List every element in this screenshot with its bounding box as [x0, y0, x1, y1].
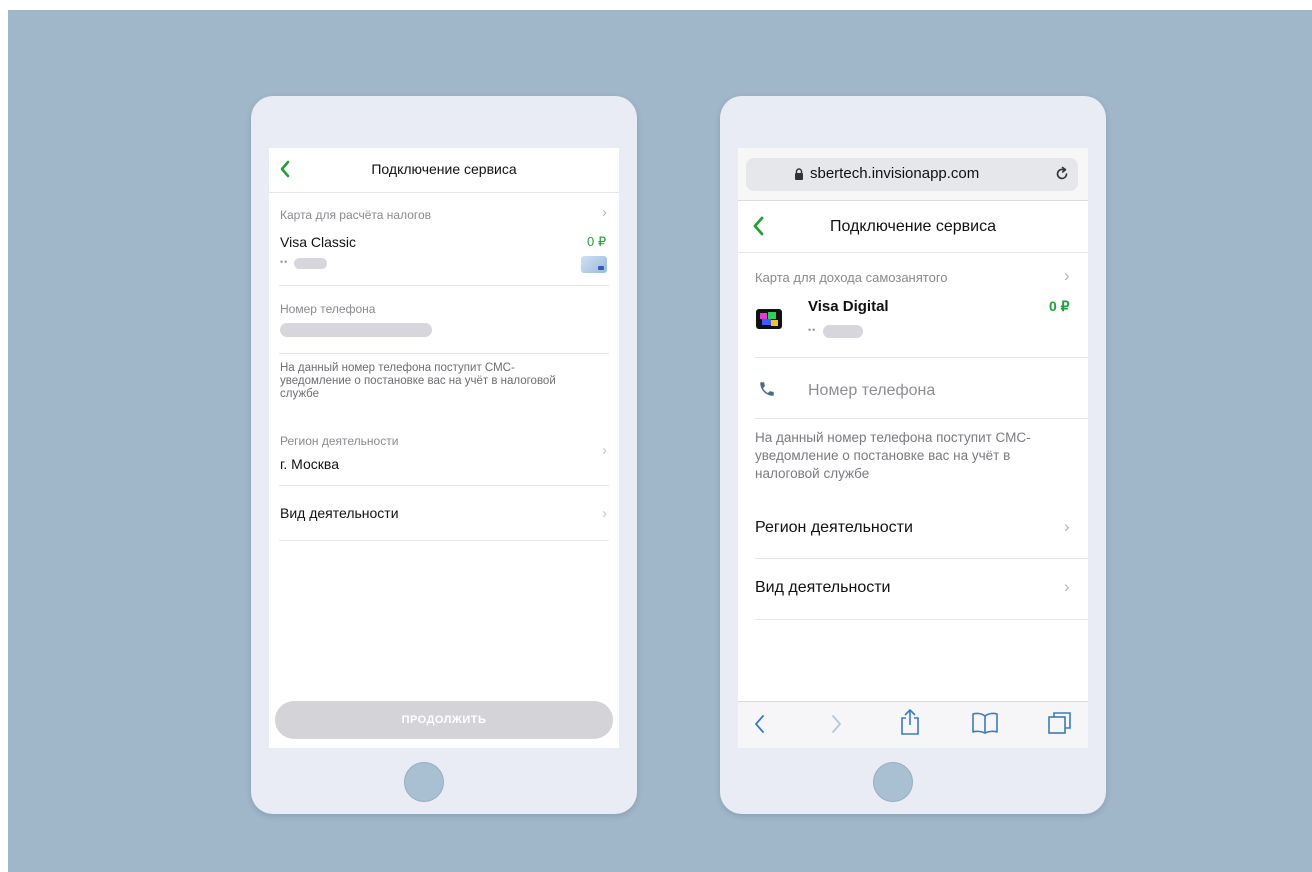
browser-forward-icon[interactable]: [828, 712, 844, 736]
masked-card-number: [294, 258, 327, 269]
divider: [279, 485, 609, 486]
masked-card-number: [823, 325, 863, 338]
browser-screen-right: sbertech.invisionapp.com Подключение сер…: [738, 148, 1088, 748]
continue-button[interactable]: ПРОДОЛЖИТЬ: [275, 701, 613, 739]
activity-type-item[interactable]: Вид деятельности: [280, 505, 399, 521]
region-value[interactable]: г. Москва: [280, 456, 339, 472]
card-balance: 0 ₽: [587, 234, 607, 249]
chevron-right-icon[interactable]: ›: [602, 204, 607, 221]
url-text: sbertech.invisionapp.com: [810, 165, 980, 182]
divider: [755, 619, 1088, 620]
chevron-right-icon[interactable]: ›: [1064, 517, 1070, 537]
tabs-icon[interactable]: [1047, 710, 1073, 736]
card-section-label: Карта для расчёта налогов: [280, 208, 432, 222]
card-section-label: Карта для дохода самозанятого: [755, 270, 948, 285]
phone-mockup-left: Подключение сервиса Карта для расчёта на…: [251, 96, 637, 814]
region-label: Регион деятельности: [280, 434, 399, 448]
browser-toolbar: [738, 701, 1088, 748]
divider: [755, 357, 1088, 358]
home-button[interactable]: [404, 762, 444, 802]
divider: [269, 192, 619, 193]
phone-mockup-right: sbertech.invisionapp.com Подключение сер…: [720, 96, 1106, 814]
browser-back-icon[interactable]: [752, 712, 768, 736]
reload-icon[interactable]: [1054, 166, 1070, 187]
card-mask: ••: [280, 257, 289, 267]
app-screen-left: Подключение сервиса Карта для расчёта на…: [269, 148, 619, 748]
share-icon[interactable]: [899, 708, 921, 736]
divider: [279, 285, 609, 286]
page-title: Подключение сервиса: [371, 161, 517, 177]
divider: [279, 353, 609, 354]
lock-icon: [794, 168, 804, 186]
card-thumbnail-icon: [756, 309, 782, 329]
home-button[interactable]: [873, 762, 913, 802]
phone-input[interactable]: [280, 323, 432, 337]
region-item[interactable]: Регион деятельности: [755, 519, 913, 537]
phone-label: Номер телефона: [280, 302, 376, 316]
card-mask: ••: [808, 325, 817, 335]
phone-icon: [758, 380, 776, 403]
sms-note: На данный номер телефона поступит СМС-ув…: [755, 430, 1031, 481]
divider: [738, 200, 1088, 201]
phone-input[interactable]: Номер телефона: [808, 382, 935, 400]
card-name[interactable]: Visa Digital: [808, 298, 889, 315]
divider: [738, 252, 1088, 253]
chevron-right-icon[interactable]: ›: [602, 505, 607, 522]
card-thumbnail-icon: [581, 256, 607, 273]
page-title: Подключение сервиса: [829, 218, 997, 235]
chevron-right-icon[interactable]: ›: [1064, 577, 1070, 597]
chevron-right-icon[interactable]: ›: [602, 442, 607, 459]
divider: [279, 540, 609, 541]
background: Подключение сервиса Карта для расчёта на…: [8, 10, 1312, 872]
chevron-right-icon[interactable]: ›: [1064, 266, 1070, 286]
sms-note: На данный номер телефона поступит СМС-ув…: [280, 362, 556, 400]
address-bar[interactable]: sbertech.invisionapp.com: [746, 158, 1078, 191]
divider: [755, 418, 1088, 419]
card-name[interactable]: Visa Classic: [280, 234, 356, 250]
card-balance: 0 ₽: [1049, 298, 1070, 314]
book-icon[interactable]: [971, 711, 999, 735]
activity-type-item[interactable]: Вид деятельности: [755, 579, 890, 597]
divider: [755, 558, 1088, 559]
